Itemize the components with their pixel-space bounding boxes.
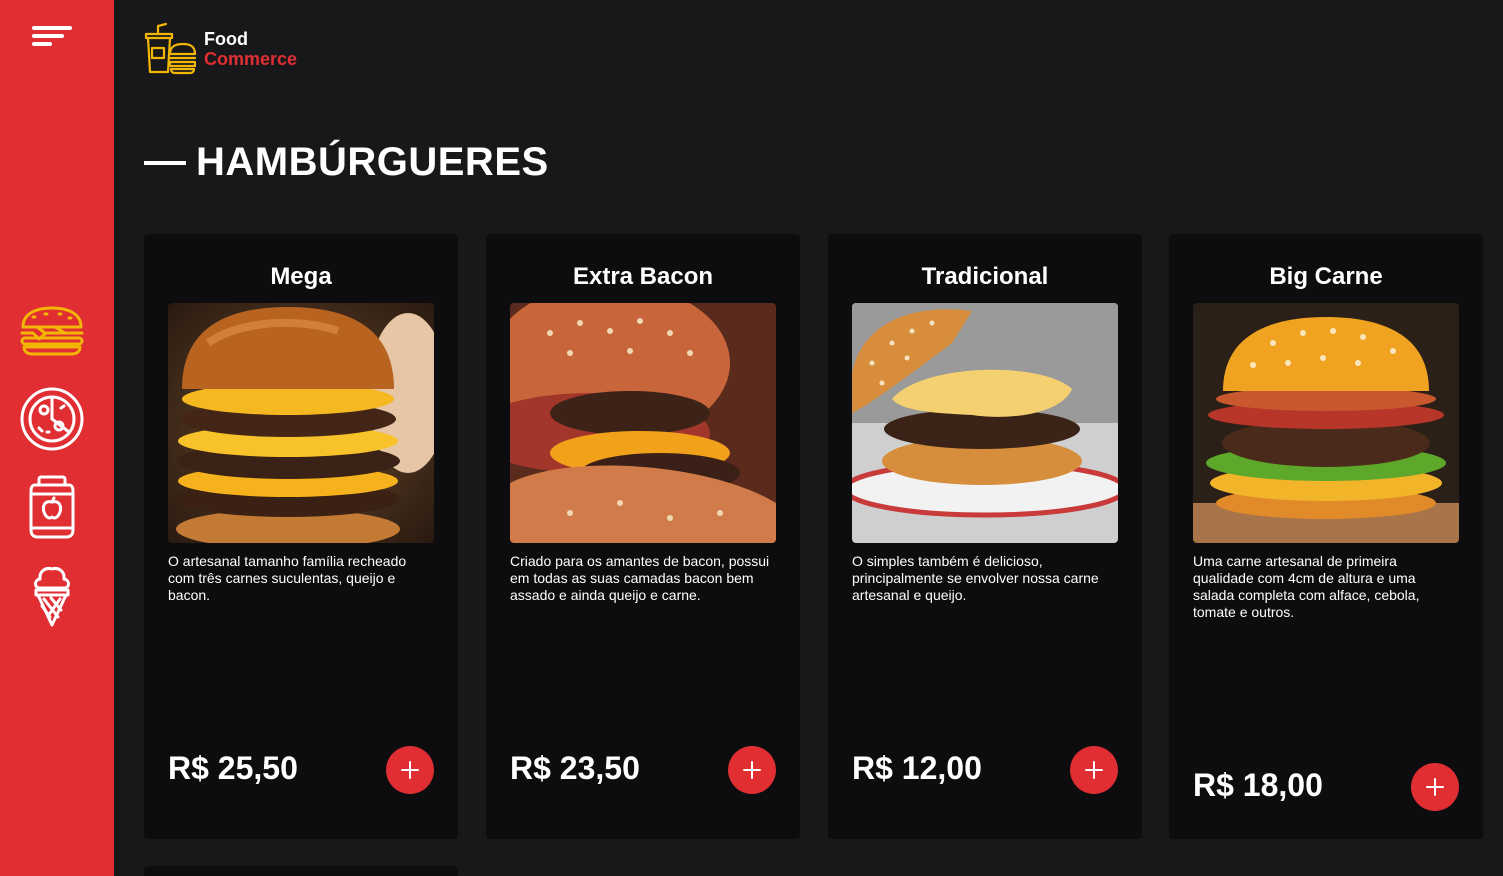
product-price: R$ 23,50 bbox=[510, 750, 640, 786]
section-title: HAMBÚRGUERES bbox=[144, 140, 549, 185]
product-price: R$ 12,00 bbox=[852, 750, 982, 786]
product-card-mega: Mega O artesanal tamanho família rechead… bbox=[144, 234, 458, 839]
page-title: HAMBÚRGUERES bbox=[196, 140, 549, 184]
product-image bbox=[1193, 303, 1459, 543]
category-burgers[interactable] bbox=[17, 296, 87, 366]
sidebar bbox=[0, 0, 114, 876]
product-card-big-carne: Big Carne Uma carne artesanal de primeir… bbox=[1169, 234, 1483, 839]
title-dash bbox=[144, 160, 186, 165]
add-to-cart-button[interactable] bbox=[386, 746, 434, 794]
product-price: R$ 18,00 bbox=[1193, 767, 1323, 803]
category-desserts[interactable] bbox=[17, 560, 87, 630]
pizza-icon bbox=[20, 387, 84, 451]
add-to-cart-button[interactable] bbox=[728, 746, 776, 794]
menu-lines-icon[interactable] bbox=[30, 24, 74, 48]
burger-icon bbox=[20, 306, 84, 356]
product-card-tradicional: Tradicional O simples também é delicioso… bbox=[828, 234, 1142, 839]
drink-jar-icon bbox=[29, 475, 75, 539]
plus-icon bbox=[401, 761, 419, 779]
product-name: Extra Bacon bbox=[572, 263, 714, 290]
product-description: O simples também é delicioso, principalm… bbox=[852, 553, 1099, 603]
product-description: Criado para os amantes de bacon, possui … bbox=[510, 553, 770, 603]
product-card-extra-bacon: Extra Bacon Criado para os amantes de ba… bbox=[486, 234, 800, 839]
product-price: R$ 25,50 bbox=[168, 750, 298, 786]
product-name: Big Carne bbox=[1269, 263, 1383, 290]
add-to-cart-button[interactable] bbox=[1070, 746, 1118, 794]
logo-text-commerce: Commerce bbox=[204, 49, 298, 69]
product-image bbox=[852, 303, 1118, 543]
plus-icon bbox=[743, 761, 761, 779]
product-card-next-row bbox=[144, 866, 458, 876]
product-image bbox=[510, 303, 776, 543]
ice-cream-icon bbox=[34, 567, 70, 627]
product-description: Uma carne artesanal de primeira qualidad… bbox=[1193, 553, 1420, 620]
food-logo-icon bbox=[144, 22, 196, 75]
category-pizza[interactable] bbox=[17, 384, 87, 454]
category-drinks[interactable] bbox=[17, 472, 87, 542]
product-description: O artesanal tamanho família recheado com… bbox=[168, 553, 407, 603]
plus-icon bbox=[1426, 778, 1444, 796]
product-name: Mega bbox=[270, 263, 332, 290]
product-image bbox=[168, 303, 434, 543]
product-name: Tradicional bbox=[921, 263, 1049, 290]
plus-icon bbox=[1085, 761, 1103, 779]
add-to-cart-button[interactable] bbox=[1411, 763, 1459, 811]
logo[interactable]: Food Commerce bbox=[142, 22, 297, 76]
logo-text-food: Food bbox=[204, 29, 248, 49]
